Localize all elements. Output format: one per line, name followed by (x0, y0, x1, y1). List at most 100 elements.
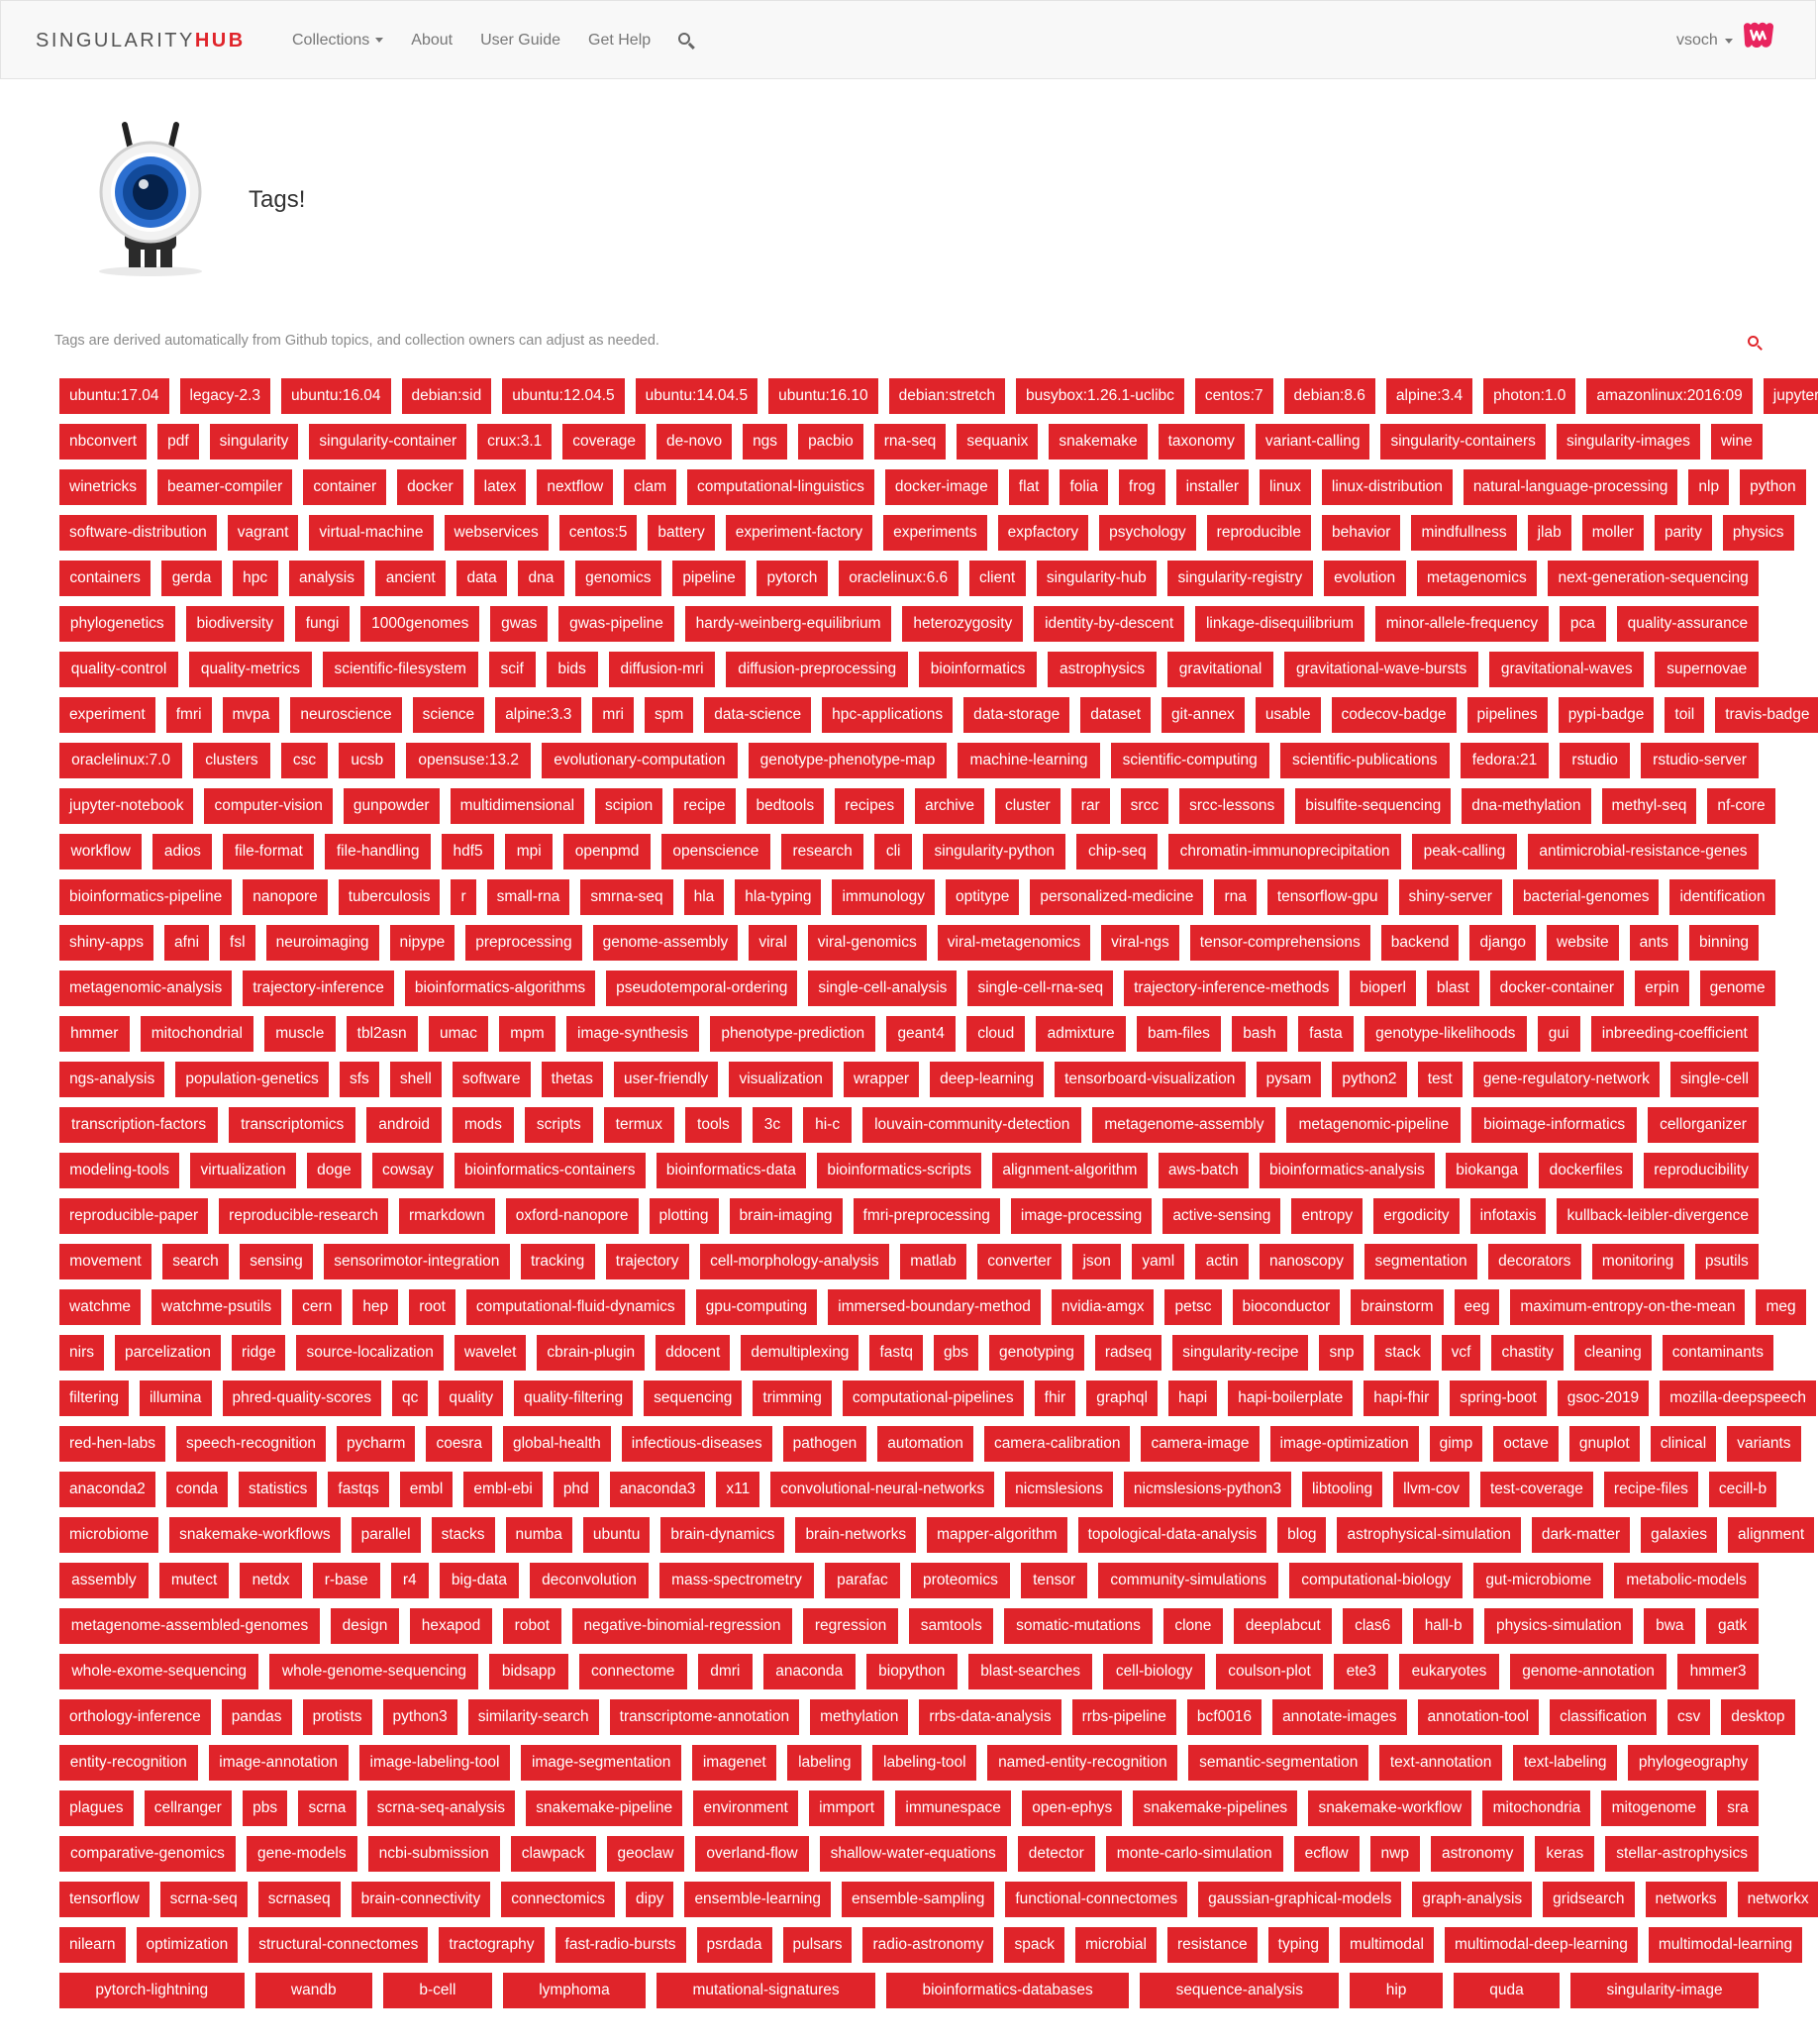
tag-button[interactable]: visualization (729, 1062, 833, 1097)
tag-button[interactable]: methylation (810, 1699, 909, 1735)
tag-button[interactable]: docker (397, 469, 463, 505)
tag-button[interactable]: quality-filtering (514, 1380, 634, 1416)
tag-button[interactable]: mozilla-deepspeech (1660, 1380, 1817, 1416)
tag-button[interactable]: json (1072, 1244, 1122, 1279)
tag-button[interactable]: pbs (243, 1790, 288, 1826)
nav-user-guide[interactable]: User Guide (480, 32, 560, 50)
tag-button[interactable]: photon:1.0 (1483, 378, 1576, 414)
tag-button[interactable]: gwas-pipeline (558, 606, 674, 642)
tag-button[interactable]: docker-container (1489, 971, 1625, 1006)
tag-button[interactable]: trajectory (605, 1244, 689, 1279)
tag-button[interactable]: snakemake-pipelines (1133, 1790, 1298, 1826)
tag-button[interactable]: louvain-community-detection (862, 1107, 1082, 1143)
tag-button[interactable]: image-annotation (208, 1745, 349, 1781)
tag-button[interactable]: named-entity-recognition (987, 1745, 1178, 1781)
tag-button[interactable]: cli (874, 834, 912, 869)
tag-button[interactable]: expfactory (997, 515, 1089, 551)
tag-button[interactable]: brain-networks (795, 1517, 917, 1553)
tag-button[interactable]: neuroimaging (265, 925, 379, 961)
tag-button[interactable]: labeling-tool (872, 1745, 977, 1781)
tag-button[interactable]: regression (803, 1608, 898, 1644)
tag-button[interactable]: pca (1559, 606, 1606, 642)
tag-button[interactable]: bioinformatics (919, 652, 1038, 687)
tag-button[interactable]: genome (1699, 971, 1775, 1006)
tag-button[interactable]: kullback-leibler-divergence (1557, 1198, 1760, 1234)
tag-button[interactable]: sequencing (644, 1380, 743, 1416)
tag-button[interactable]: phenotype-prediction (710, 1016, 876, 1052)
tag-button[interactable]: antimicrobial-resistance-genes (1527, 834, 1760, 869)
tag-button[interactable]: shell (389, 1062, 442, 1097)
tag-button[interactable]: text-labeling (1513, 1745, 1618, 1781)
tag-button[interactable]: networkx (1737, 1882, 1818, 1917)
tag-button[interactable]: pytorch-lightning (59, 1973, 245, 2008)
tag-button[interactable]: muscle (264, 1016, 336, 1052)
tag-button[interactable]: snakemake-pipeline (526, 1790, 683, 1826)
tag-button[interactable]: scripts (524, 1107, 593, 1143)
tag-button[interactable]: latex (473, 469, 527, 505)
tag-button[interactable]: fsl (220, 925, 255, 961)
tag-button[interactable]: demultiplexing (741, 1335, 859, 1371)
tag-button[interactable]: keras (1535, 1836, 1595, 1872)
tag-button[interactable]: ubuntu:16.10 (768, 378, 878, 414)
tag-button[interactable]: snakemake-workflows (169, 1517, 341, 1553)
tag-button[interactable]: nwp (1369, 1836, 1420, 1872)
tag-button[interactable]: pdf (157, 424, 199, 460)
tag-button[interactable]: jupyter (1763, 378, 1818, 414)
tag-button[interactable]: data-storage (963, 697, 1070, 733)
tag-button[interactable]: meg (1756, 1289, 1806, 1325)
tag-button[interactable]: jlab (1527, 515, 1571, 551)
tag-button[interactable]: mvpa (222, 697, 280, 733)
tag-button[interactable]: segmentation (1364, 1244, 1477, 1279)
tag-button[interactable]: detector (1017, 1836, 1095, 1872)
tag-button[interactable]: biodiversity (185, 606, 284, 642)
tag-button[interactable]: mpi (505, 834, 554, 869)
tag-button[interactable]: fhir (1034, 1380, 1076, 1416)
tag-button[interactable]: singularity-images (1556, 424, 1700, 460)
tag-button[interactable]: geant4 (886, 1016, 957, 1052)
tag-button[interactable]: pysam (1256, 1062, 1322, 1097)
tag-button[interactable]: community-simulations (1098, 1563, 1279, 1598)
tag-button[interactable]: bioinformatics-scripts (817, 1153, 982, 1188)
tag-button[interactable]: backend (1380, 925, 1460, 961)
tag-button[interactable]: lymphoma (502, 1973, 647, 2008)
tag-button[interactable]: source-localization (296, 1335, 444, 1371)
tag-button[interactable]: psutils (1694, 1244, 1760, 1279)
tag-button[interactable]: hpc (232, 561, 278, 596)
tag-button[interactable]: r4 (390, 1563, 429, 1598)
tag-button[interactable]: eeg (1454, 1289, 1500, 1325)
tag-button[interactable]: infectious-diseases (621, 1426, 772, 1462)
tag-button[interactable]: labeling (787, 1745, 862, 1781)
tag-button[interactable]: hexapod (410, 1608, 492, 1644)
tag-button[interactable]: hall-b (1412, 1608, 1474, 1644)
tag-button[interactable]: linkage-disequilibrium (1195, 606, 1364, 642)
tag-button[interactable]: smrna-seq (580, 879, 673, 915)
tag-button[interactable]: imagenet (692, 1745, 777, 1781)
tag-button[interactable]: singularity-image (1570, 1973, 1760, 2008)
tag-button[interactable]: computational-pipelines (842, 1380, 1024, 1416)
tag-button[interactable]: admixture (1036, 1016, 1126, 1052)
tag-button[interactable]: busybox:1.26.1-uclibc (1015, 378, 1184, 414)
tag-button[interactable]: brain-dynamics (660, 1517, 785, 1553)
tag-button[interactable]: rstudio (1560, 743, 1631, 778)
tag-button[interactable]: genotyping (989, 1335, 1084, 1371)
tag-button[interactable]: bioconductor (1232, 1289, 1341, 1325)
tag-button[interactable]: nirs (59, 1335, 104, 1371)
tag-button[interactable]: alpine:3.4 (1385, 378, 1473, 414)
tag-button[interactable]: gridsearch (1543, 1882, 1635, 1917)
tag-button[interactable]: software-distribution (59, 515, 217, 551)
tag-button[interactable]: genotype-phenotype-map (748, 743, 948, 778)
tag-button[interactable]: bioimage-informatics (1471, 1107, 1638, 1143)
tag-button[interactable]: debian:stretch (888, 378, 1005, 414)
tag-button[interactable]: bioinformatics-analysis (1259, 1153, 1436, 1188)
tag-button[interactable]: docker-image (884, 469, 998, 505)
tag-button[interactable]: hmmer (59, 1016, 130, 1052)
tag-button[interactable]: single-cell-rna-seq (967, 971, 1114, 1006)
tag-search-button[interactable] (1748, 334, 1759, 352)
tag-button[interactable]: embl-ebi (463, 1472, 543, 1507)
tag-button[interactable]: structural-connectomes (249, 1927, 429, 1963)
tag-button[interactable]: ridge (232, 1335, 286, 1371)
tag-button[interactable]: umac (428, 1016, 489, 1052)
tag-button[interactable]: recipe (673, 788, 736, 824)
tag-button[interactable]: frog (1118, 469, 1165, 505)
tag-button[interactable]: galaxies (1641, 1517, 1718, 1553)
